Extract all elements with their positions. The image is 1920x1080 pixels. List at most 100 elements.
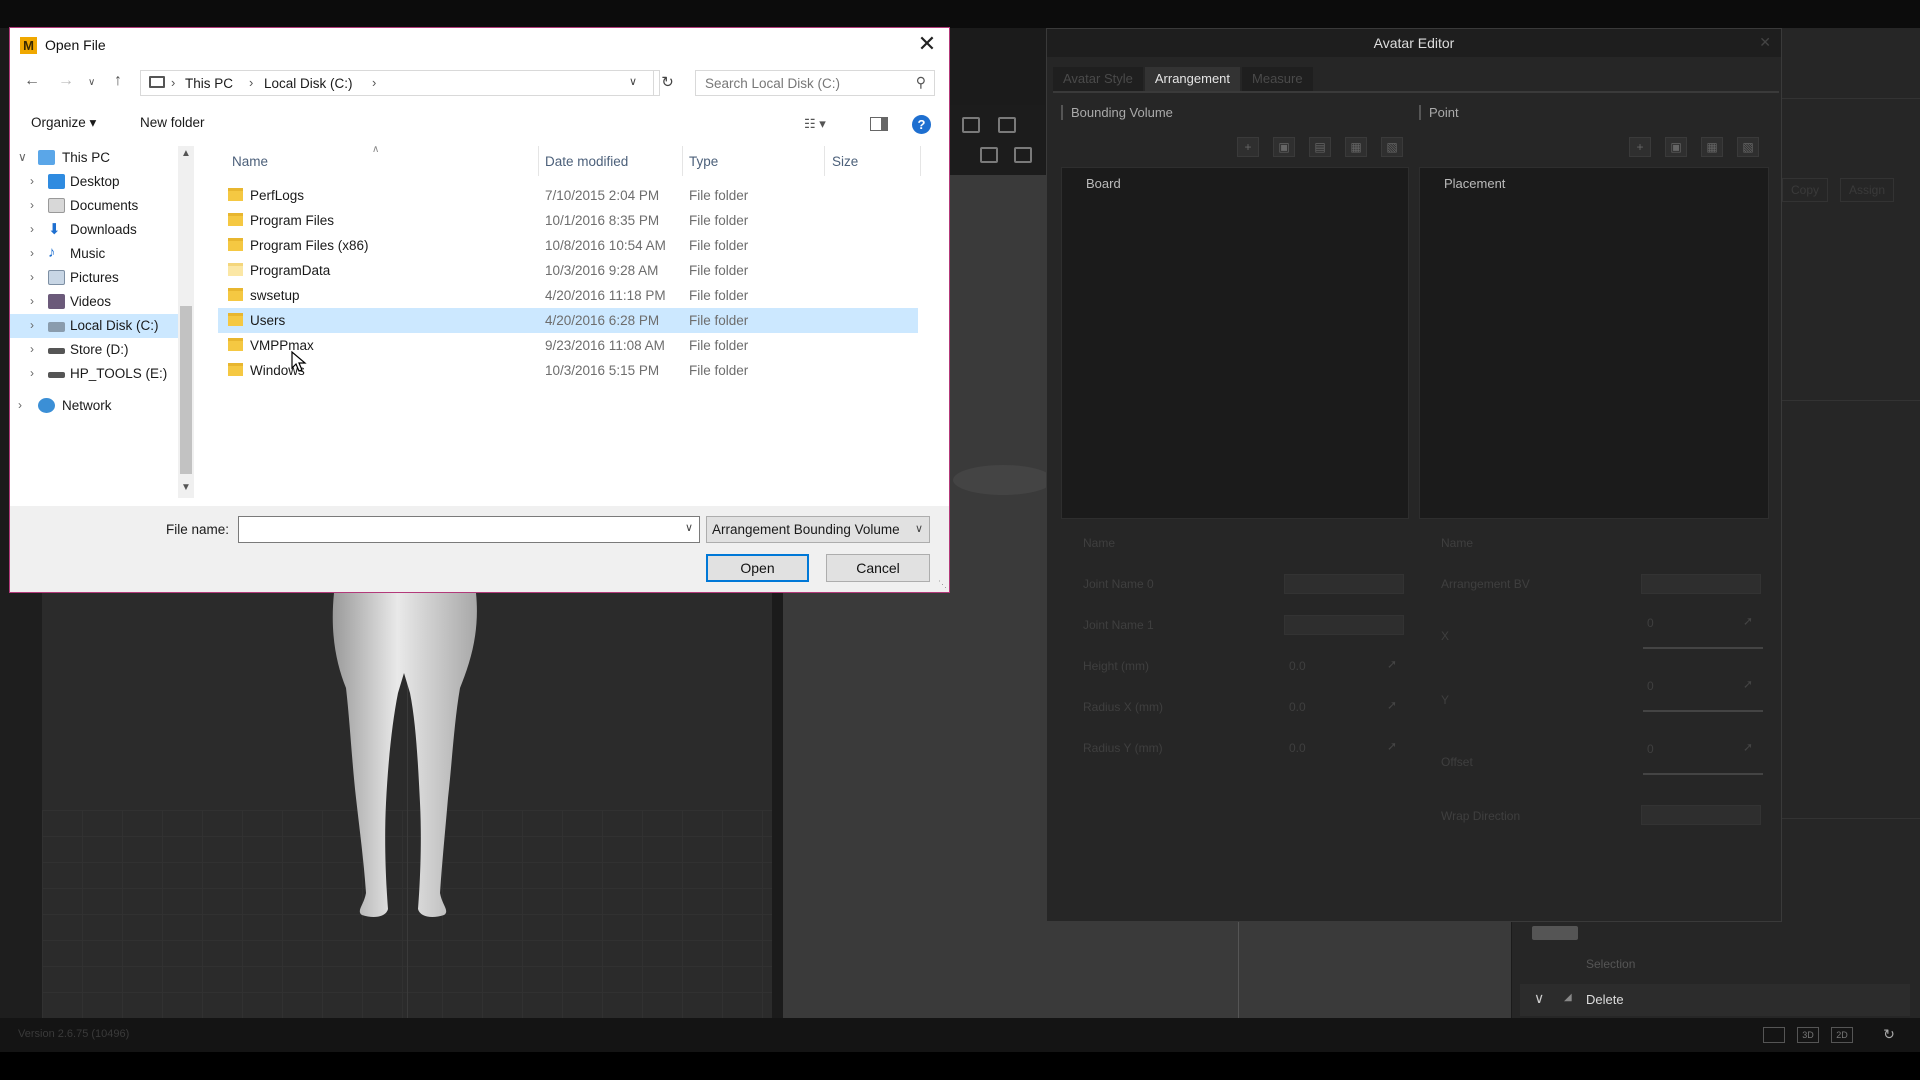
tree-item-local-disk[interactable]: › Local Disk (C:)	[10, 314, 180, 338]
delete-icon[interactable]: ▣	[1665, 137, 1687, 157]
tree-scrollbar[interactable]: ▲ ▼	[178, 146, 194, 498]
column-divider[interactable]	[920, 146, 921, 176]
up-arrow-icon[interactable]: ↑	[114, 72, 122, 90]
y-value[interactable]: 0	[1647, 679, 1654, 693]
offset-slider[interactable]	[1643, 773, 1763, 775]
forward-arrow-icon[interactable]: →	[58, 72, 74, 90]
tree-item-hp-tools[interactable]: › HP_TOOLS (E:)	[10, 362, 180, 386]
selection-row[interactable]: Selection	[1520, 955, 1910, 977]
chevron-right-icon[interactable]: ›	[30, 342, 34, 356]
load-icon[interactable]: ▧	[1381, 137, 1403, 157]
address-bar[interactable]: › This PC › Local Disk (C:) › ∨ ↻	[140, 70, 674, 96]
pin-icon[interactable]: ➚	[1387, 698, 1397, 712]
column-divider[interactable]	[538, 146, 539, 176]
tab-measure[interactable]: Measure	[1242, 67, 1313, 91]
tree-item-network[interactable]: › Network	[10, 394, 180, 418]
close-icon[interactable]: ✕	[915, 32, 939, 56]
tree-item-desktop[interactable]: › Desktop	[10, 170, 180, 194]
breadcrumb-separator[interactable]: ›	[372, 75, 376, 90]
cancel-button[interactable]: Cancel	[826, 554, 930, 582]
pin-icon[interactable]: ➚	[1743, 740, 1753, 754]
load-icon[interactable]: ▧	[1737, 137, 1759, 157]
column-date-modified[interactable]: Date modified	[545, 154, 628, 169]
file-row[interactable]: ProgramData 10/3/2016 9:28 AM File folde…	[218, 258, 918, 283]
copy-icon[interactable]: ▤	[1309, 137, 1331, 157]
chevron-right-icon[interactable]: ›	[30, 318, 34, 332]
add-icon[interactable]: +	[1629, 137, 1651, 157]
tree-item-videos[interactable]: › Videos	[10, 290, 180, 314]
delete-icon[interactable]: ▣	[1273, 137, 1295, 157]
y-slider[interactable]	[1643, 710, 1763, 712]
file-row[interactable]: swsetup 4/20/2016 11:18 PM File folder	[218, 283, 918, 308]
open-button[interactable]: Open	[706, 554, 809, 582]
breadcrumb-this-pc[interactable]: This PC	[185, 76, 233, 91]
board-list[interactable]: Board	[1061, 167, 1409, 519]
file-type-filter-select[interactable]: Arrangement Bounding Volume ∨	[706, 516, 930, 543]
tab-arrangement[interactable]: Arrangement	[1144, 67, 1241, 91]
refresh-icon[interactable]: ↻	[1878, 1027, 1900, 1043]
chevron-down-icon[interactable]: ∨	[685, 521, 693, 534]
wrap-direction-dropdown[interactable]	[1641, 805, 1761, 825]
tree-item-pictures[interactable]: › Pictures	[10, 266, 180, 290]
chevron-down-icon[interactable]: ∨	[629, 75, 637, 88]
tree-item-documents[interactable]: › Documents	[10, 194, 180, 218]
new-folder-button[interactable]: New folder	[140, 115, 205, 130]
offset-value[interactable]: 0	[1647, 742, 1654, 756]
chevron-right-icon[interactable]: ›	[30, 246, 34, 260]
file-name-input[interactable]: ∨	[238, 516, 700, 543]
chevron-down-icon[interactable]: ∨	[18, 150, 27, 164]
column-type[interactable]: Type	[689, 154, 718, 169]
column-divider[interactable]	[682, 146, 683, 176]
view-2d-button[interactable]: 2D	[1831, 1027, 1853, 1043]
x-value[interactable]: 0	[1647, 616, 1654, 630]
preview-pane-icon[interactable]	[870, 117, 888, 131]
file-row-selected[interactable]: Users 4/20/2016 6:28 PM File folder	[218, 308, 918, 333]
file-row[interactable]: VMPPmax 9/23/2016 11:08 AM File folder	[218, 333, 918, 358]
tab-avatar-style[interactable]: Avatar Style	[1053, 67, 1143, 91]
chevron-down-icon[interactable]: ∨	[909, 517, 929, 542]
search-icon[interactable]: ⚲	[916, 74, 926, 91]
tree-item-this-pc[interactable]: ∨ This PC	[10, 146, 180, 170]
joint-name-1-dropdown[interactable]	[1284, 615, 1404, 635]
resize-grip-icon[interactable]: ⋱	[938, 579, 947, 590]
view-3d-button[interactable]: 3D	[1797, 1027, 1819, 1043]
file-row[interactable]: Windows 10/3/2016 5:15 PM File folder	[218, 358, 918, 383]
select-tool-icon[interactable]	[1014, 147, 1032, 163]
placement-list[interactable]: Placement	[1419, 167, 1769, 519]
joint-name-0-dropdown[interactable]	[1284, 574, 1404, 594]
file-row[interactable]: Program Files 10/1/2016 8:35 PM File fol…	[218, 208, 918, 233]
dialog-titlebar[interactable]: M Open File ✕	[10, 28, 949, 62]
pin-icon[interactable]: ➚	[1387, 657, 1397, 671]
chevron-right-icon[interactable]: ›	[30, 270, 34, 284]
radius-y-value[interactable]: 0.0	[1289, 741, 1306, 755]
chevron-right-icon[interactable]: ›	[30, 294, 34, 308]
chevron-right-icon[interactable]: ›	[18, 398, 22, 412]
double-chevron-down-icon[interactable]: ∨	[1534, 990, 1544, 1007]
chevron-right-icon[interactable]: ›	[30, 222, 34, 236]
assign-button[interactable]: Assign	[1840, 178, 1895, 202]
pin-icon[interactable]: ➚	[1387, 739, 1397, 753]
view-options-icon[interactable]: ☷ ▾	[804, 116, 826, 132]
slider-handle[interactable]	[1532, 926, 1578, 940]
chevron-right-icon[interactable]: ›	[30, 198, 34, 212]
pin-icon[interactable]: ➚	[1743, 614, 1753, 628]
chevron-right-icon[interactable]: ›	[30, 174, 34, 188]
tree-item-music[interactable]: › ♪ Music	[10, 242, 180, 266]
breadcrumb-local-disk[interactable]: Local Disk (C:)	[264, 76, 353, 91]
radius-x-value[interactable]: 0.0	[1289, 700, 1306, 714]
copy-button[interactable]: Copy	[1782, 178, 1829, 202]
tree-item-downloads[interactable]: › ⬇ Downloads	[10, 218, 180, 242]
organize-button[interactable]: Organize ▾	[31, 115, 96, 131]
scrollbar-thumb[interactable]	[180, 306, 192, 474]
arrangement-bv-dropdown[interactable]	[1641, 574, 1761, 594]
close-icon[interactable]: ✕	[1759, 34, 1771, 51]
pin-icon[interactable]: ➚	[1743, 677, 1753, 691]
height-value[interactable]: 0.0	[1289, 659, 1306, 673]
tree-item-store-d[interactable]: › Store (D:)	[10, 338, 180, 362]
refresh-icon[interactable]: ↻	[653, 71, 681, 95]
help-icon[interactable]: ?	[912, 115, 931, 134]
x-slider[interactable]	[1643, 647, 1763, 649]
move-tool-icon[interactable]	[962, 117, 980, 133]
column-divider[interactable]	[824, 146, 825, 176]
scale-tool-icon[interactable]	[998, 117, 1016, 133]
